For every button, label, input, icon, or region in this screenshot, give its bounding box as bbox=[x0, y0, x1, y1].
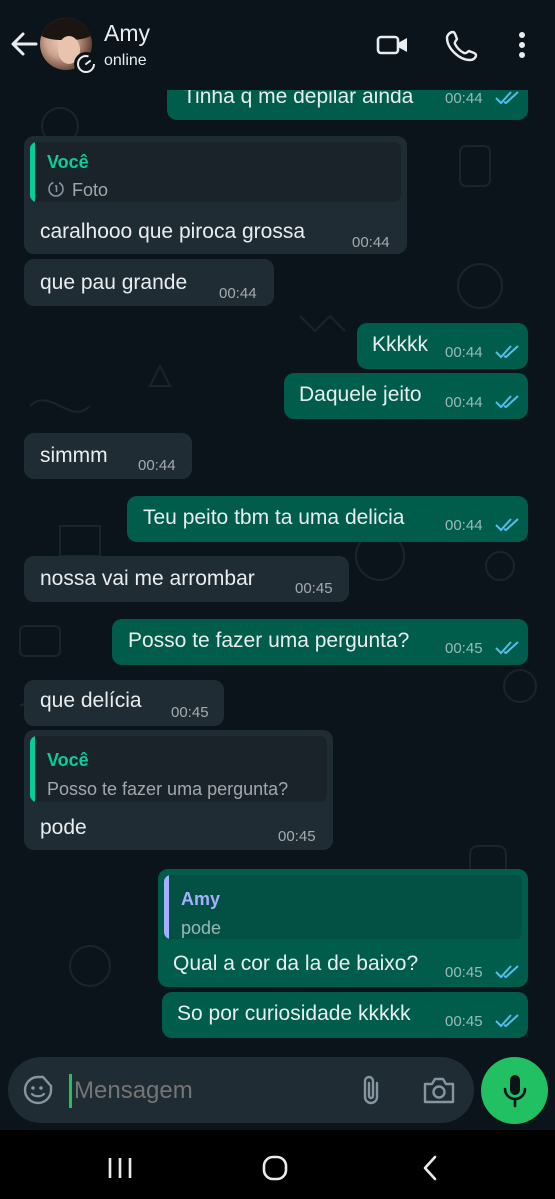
message-time: 00:44 bbox=[445, 517, 483, 534]
read-ticks-icon bbox=[495, 965, 519, 979]
message-input[interactable] bbox=[72, 1069, 346, 1113]
message-time: 00:44 bbox=[445, 344, 483, 361]
read-ticks-icon bbox=[495, 345, 519, 359]
view-once-icon bbox=[48, 181, 64, 197]
video-call-icon[interactable] bbox=[376, 28, 410, 62]
quote-author: Você bbox=[47, 152, 89, 172]
camera-icon[interactable] bbox=[422, 1075, 456, 1105]
quoted-message[interactable]: Você Foto bbox=[30, 142, 401, 202]
message-text: Kkkkk bbox=[372, 333, 429, 356]
message-text: nossa vai me arrombar bbox=[40, 567, 255, 590]
message-text: So por curiosidade kkkkk bbox=[177, 1002, 411, 1025]
quoted-message[interactable]: Você Posso te fazer uma pergunta? bbox=[30, 736, 327, 802]
message-composer bbox=[8, 1057, 474, 1123]
mic-icon bbox=[503, 1075, 527, 1108]
message-bubble-out[interactable]: So por curiosidade kkkkk 00:45 bbox=[162, 992, 528, 1038]
message-time: 00:45 bbox=[445, 640, 483, 657]
message-time: 00:45 bbox=[171, 704, 209, 721]
message-time: 00:44 bbox=[138, 457, 176, 474]
message-time: 00:45 bbox=[445, 964, 483, 981]
message-bubble-in[interactable]: nossa vai me arrombar 00:45 bbox=[24, 556, 349, 602]
read-ticks-icon bbox=[495, 518, 519, 532]
system-nav-bar bbox=[0, 1130, 555, 1199]
message-text: Daquele jeito bbox=[299, 383, 422, 406]
message-text: simmm bbox=[40, 444, 108, 467]
attach-icon[interactable] bbox=[357, 1073, 385, 1107]
nav-recents-icon[interactable] bbox=[106, 1156, 134, 1180]
message-time: 00:45 bbox=[278, 828, 316, 845]
quote-author: Você bbox=[47, 750, 89, 770]
back-arrow-icon[interactable] bbox=[8, 28, 40, 60]
message-time: 00:45 bbox=[295, 580, 333, 597]
message-time: 00:44 bbox=[352, 234, 390, 251]
read-ticks-icon bbox=[495, 91, 519, 105]
disappearing-timer-icon bbox=[74, 52, 98, 76]
nav-back-icon[interactable] bbox=[420, 1154, 442, 1182]
message-bubble-in[interactable]: Você Posso te fazer uma pergunta? pode 0… bbox=[24, 730, 333, 850]
chat-area[interactable]: Tinha q me depilar ainda 00:44 Você Foto… bbox=[0, 86, 555, 1056]
message-text: Qual a cor da la de baixo? bbox=[173, 952, 419, 975]
message-bubble-in[interactable]: que pau grande 00:44 bbox=[24, 259, 274, 306]
message-bubble-in[interactable]: Você Foto caralhooo que piroca grossa 00… bbox=[24, 136, 407, 254]
message-time: 00:44 bbox=[445, 90, 483, 107]
chat-header: Amy online bbox=[0, 0, 555, 90]
mic-button[interactable] bbox=[481, 1057, 548, 1124]
sticker-icon[interactable] bbox=[22, 1074, 54, 1106]
message-bubble-out[interactable]: Amy pode Qual a cor da la de baixo? 00:4… bbox=[158, 869, 528, 987]
quote-text: pode bbox=[181, 918, 222, 938]
message-text: Posso te fazer uma pergunta? bbox=[128, 629, 410, 652]
message-time: 00:44 bbox=[219, 285, 257, 302]
message-bubble-in[interactable]: simmm 00:44 bbox=[24, 433, 192, 479]
quote-author: Amy bbox=[181, 889, 221, 909]
quoted-message[interactable]: Amy pode bbox=[164, 875, 522, 939]
message-bubble-out[interactable]: Tinha q me depilar ainda 00:44 bbox=[167, 86, 528, 120]
message-time: 00:44 bbox=[445, 394, 483, 411]
message-text: Teu peito tbm ta uma delicia bbox=[143, 506, 405, 529]
message-bubble-out[interactable]: Posso te fazer uma pergunta? 00:45 bbox=[112, 619, 528, 665]
read-ticks-icon bbox=[495, 395, 519, 409]
message-bubble-out[interactable]: Kkkkk 00:44 bbox=[357, 323, 528, 369]
read-ticks-icon bbox=[495, 641, 519, 655]
message-text: que delícia bbox=[40, 689, 142, 712]
message-text: caralhooo que piroca grossa bbox=[40, 220, 306, 243]
read-ticks-icon bbox=[495, 1014, 519, 1028]
contact-status: online bbox=[104, 52, 147, 69]
message-time: 00:45 bbox=[445, 1013, 483, 1030]
message-bubble-out[interactable]: Teu peito tbm ta uma delicia 00:44 bbox=[127, 496, 528, 542]
contact-name[interactable]: Amy bbox=[104, 20, 150, 47]
nav-home-icon[interactable] bbox=[260, 1154, 290, 1182]
quote-text: Posso te fazer uma pergunta? bbox=[47, 779, 289, 799]
more-options-icon[interactable] bbox=[505, 28, 539, 62]
quote-text: Foto bbox=[72, 180, 109, 200]
message-bubble-in[interactable]: que delícia 00:45 bbox=[24, 680, 224, 726]
message-text: que pau grande bbox=[40, 271, 188, 294]
message-text: pode bbox=[40, 816, 87, 839]
voice-call-icon[interactable] bbox=[445, 28, 479, 62]
message-bubble-out[interactable]: Daquele jeito 00:44 bbox=[284, 373, 528, 419]
